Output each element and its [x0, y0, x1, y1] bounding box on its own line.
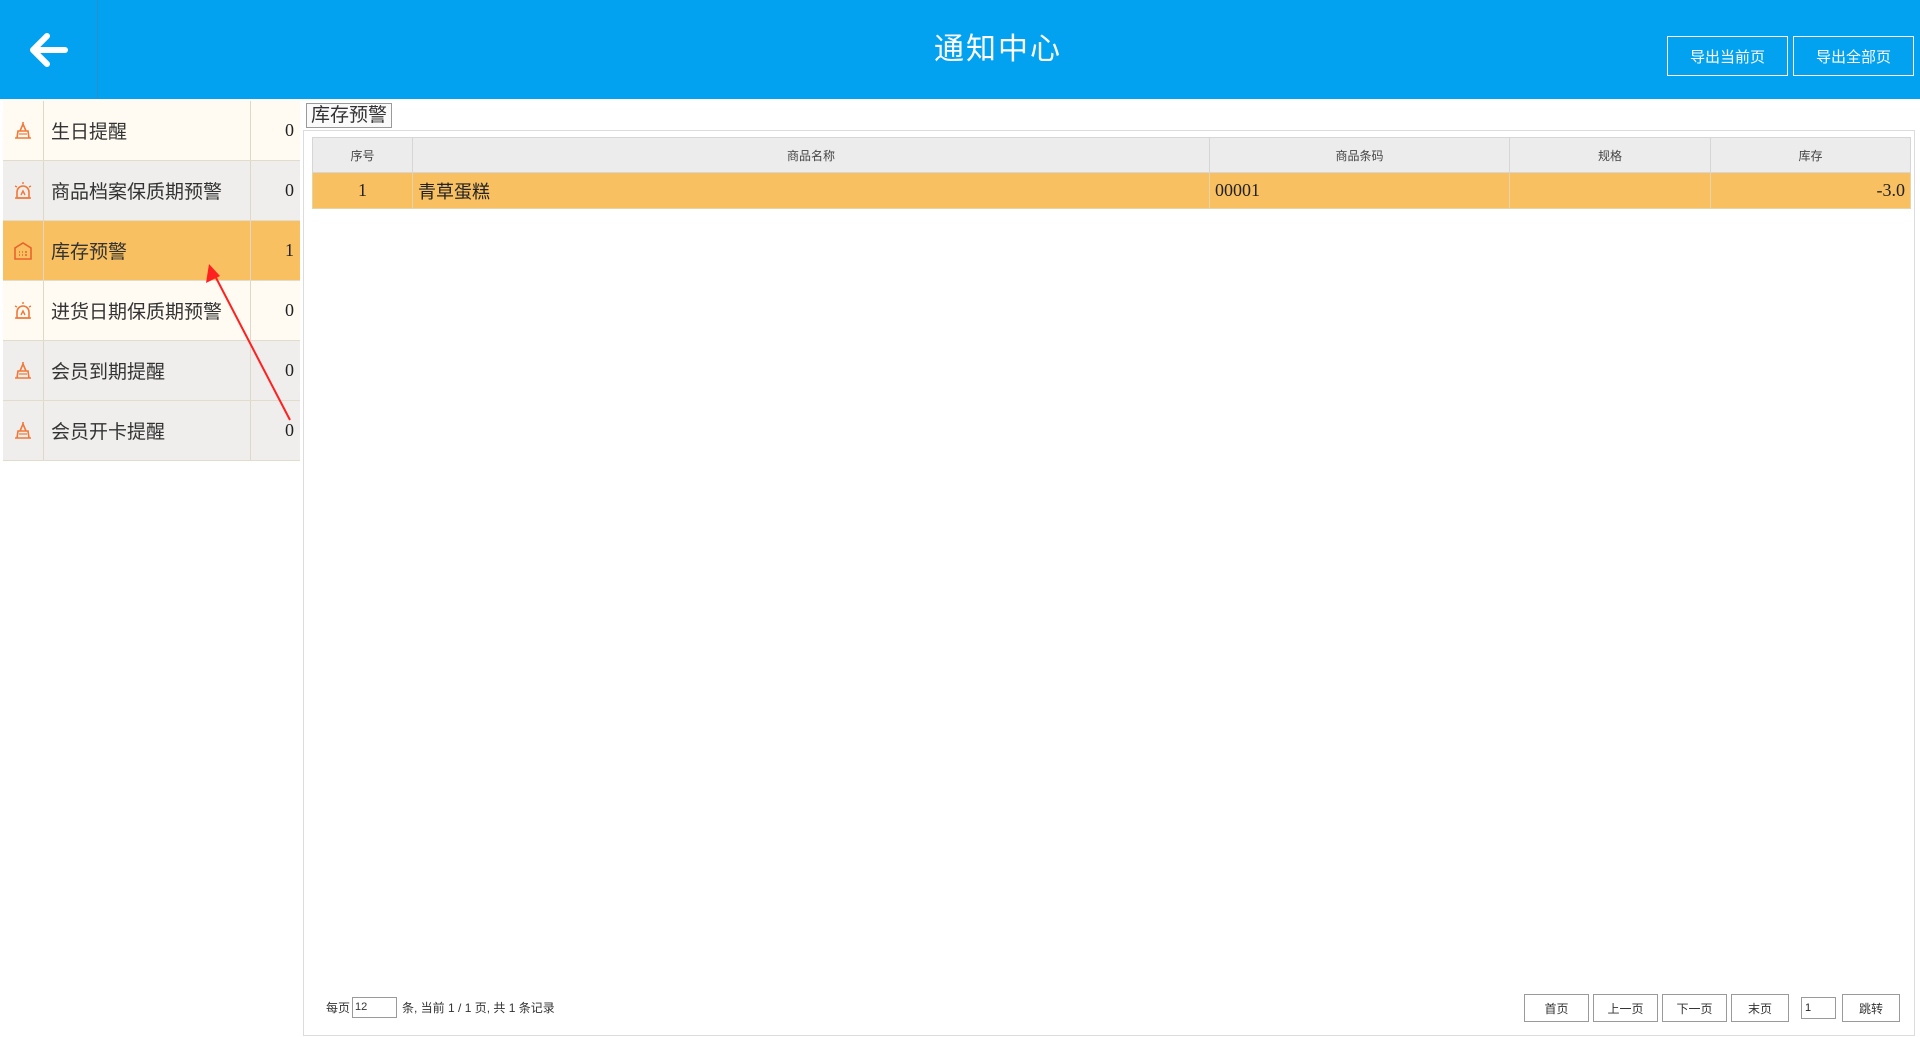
tab-stock-warning[interactable]: 库存预警 — [306, 103, 393, 128]
cell-stock: -3.0 — [1710, 172, 1911, 209]
stock-warning-panel: 序号 商品名称 商品条码 规格 库存 1 青草蛋糕 00001 -3.0 每页 — [303, 130, 1915, 1036]
siren-icon — [3, 161, 44, 220]
sidebar-item-member-expiry-reminder[interactable]: 会员到期提醒 0 — [3, 341, 300, 401]
page-number-input[interactable]: 1 — [1801, 997, 1836, 1019]
alarm-icon — [3, 341, 44, 400]
sidebar-item-label: 库存预警 — [51, 242, 128, 263]
sidebar-item-label: 生日提醒 — [51, 122, 128, 143]
sidebar-item-label: 会员到期提醒 — [51, 362, 166, 383]
first-page-button[interactable]: 首页 — [1524, 994, 1589, 1022]
jump-button[interactable]: 跳转 — [1842, 994, 1900, 1022]
back-button[interactable] — [0, 0, 98, 99]
column-header-product-name[interactable]: 商品名称 — [412, 137, 1210, 173]
stock-warning-table: 序号 商品名称 商品条码 规格 库存 1 青草蛋糕 00001 -3.0 — [312, 137, 1911, 209]
warehouse-icon — [3, 221, 44, 280]
alarm-icon — [3, 101, 44, 160]
sidebar-item-count: 0 — [250, 101, 300, 160]
sidebar-item-purchase-date-shelf-life-warning[interactable]: 进货日期保质期预警 0 — [3, 281, 300, 341]
page-title: 通知中心 — [934, 33, 1062, 66]
sidebar-item-count: 0 — [250, 161, 300, 220]
pager-controls: 首页 上一页 下一页 末页 1 跳转 — [1524, 994, 1904, 1022]
column-header-barcode[interactable]: 商品条码 — [1209, 137, 1510, 173]
notification-category-list: 生日提醒 0 商品档案保质期预警 0 库存预警 1 进货日期保质期预警 0 会员… — [3, 101, 300, 461]
export-current-page-button[interactable]: 导出当前页 — [1667, 36, 1788, 76]
sidebar-item-label: 进货日期保质期预警 — [51, 302, 223, 323]
cell-spec — [1509, 172, 1711, 209]
main-content: 库存预警 序号 商品名称 商品条码 规格 库存 1 青草蛋糕 00001 -3.… — [303, 101, 1916, 1036]
sidebar-item-count: 0 — [250, 401, 300, 460]
sidebar-item-label: 会员开卡提醒 — [51, 422, 166, 443]
sidebar-item-product-shelf-life-warning[interactable]: 商品档案保质期预警 0 — [3, 161, 300, 221]
cell-barcode: 00001 — [1209, 172, 1510, 209]
column-header-spec[interactable]: 规格 — [1509, 137, 1711, 173]
export-all-pages-button[interactable]: 导出全部页 — [1793, 36, 1914, 76]
arrow-left-icon — [29, 32, 68, 67]
column-header-stock[interactable]: 库存 — [1710, 137, 1911, 173]
per-page-input[interactable]: 12 — [352, 997, 398, 1018]
sidebar-item-count: 0 — [250, 341, 300, 400]
table-row[interactable]: 1 青草蛋糕 00001 -3.0 — [312, 172, 1911, 209]
siren-icon — [3, 281, 44, 340]
cell-product-name: 青草蛋糕 — [412, 172, 1210, 209]
top-bar: 通知中心 导出当前页 导出全部页 — [0, 0, 1920, 99]
per-page-label: 每页 — [326, 1001, 351, 1015]
sidebar-item-stock-warning[interactable]: 库存预警 1 — [3, 221, 300, 281]
sidebar-item-member-card-open-reminder[interactable]: 会员开卡提醒 0 — [3, 401, 300, 461]
last-page-button[interactable]: 末页 — [1731, 994, 1789, 1022]
pager-summary: 条, 当前 1 / 1 页, 共 1 条记录 — [402, 1001, 555, 1015]
sidebar-item-count: 1 — [250, 221, 300, 280]
pager-info: 每页 12 条, 当前 1 / 1 页, 共 1 条记录 — [326, 997, 555, 1018]
sidebar-item-label: 商品档案保质期预警 — [51, 182, 223, 203]
alarm-icon — [3, 401, 44, 460]
cell-index: 1 — [312, 172, 413, 209]
sidebar-item-birthday-reminder[interactable]: 生日提醒 0 — [3, 101, 300, 161]
prev-page-button[interactable]: 上一页 — [1593, 994, 1658, 1022]
column-header-index[interactable]: 序号 — [312, 137, 413, 173]
table-header-row: 序号 商品名称 商品条码 规格 库存 — [312, 137, 1911, 173]
next-page-button[interactable]: 下一页 — [1662, 994, 1727, 1022]
sidebar-item-count: 0 — [250, 281, 300, 340]
